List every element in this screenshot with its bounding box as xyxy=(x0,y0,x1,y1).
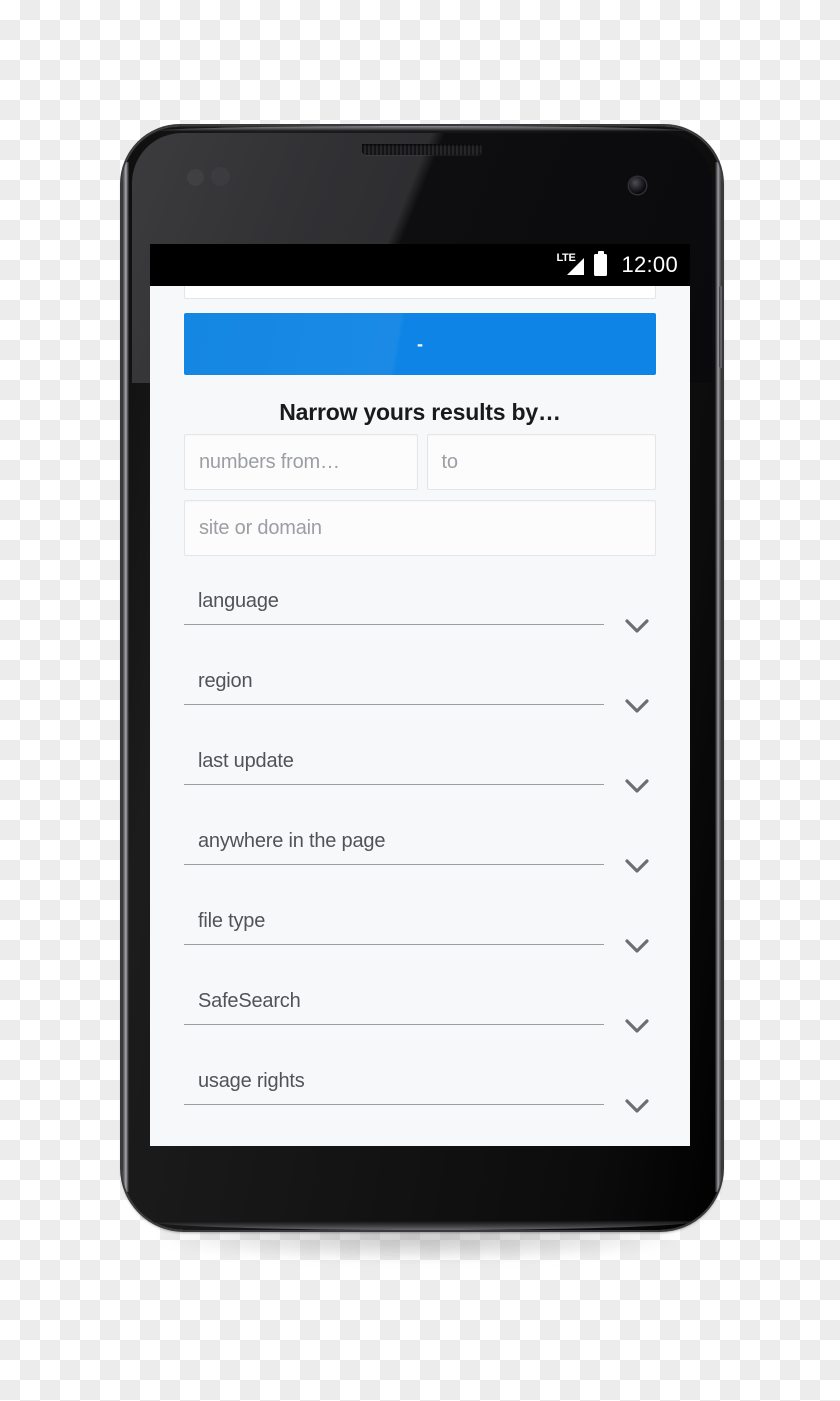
search-settings-page: - Narrow yours results by… numbers from…… xyxy=(150,286,690,1146)
power-button[interactable] xyxy=(719,286,722,368)
safesearch-dropdown-underline xyxy=(184,1024,604,1025)
phone-left-rim xyxy=(122,162,129,1192)
language-dropdown-underline xyxy=(184,624,604,625)
battery-full-icon xyxy=(594,251,608,276)
usage-rights-dropdown-label: usage rights xyxy=(198,1070,305,1092)
chevron-down-icon[interactable] xyxy=(624,698,650,714)
chevron-down-icon[interactable] xyxy=(624,618,650,634)
numbers-to-placeholder: to xyxy=(441,450,458,473)
filter-dropdown-list: language region last update anywhere in … xyxy=(184,582,656,1142)
region-dropdown-label: region xyxy=(198,670,253,692)
language-dropdown[interactable]: language xyxy=(184,582,656,662)
signal-bars-icon: LTE xyxy=(556,253,585,276)
phone-device-frame: LTE 12:00 - Narrow yours results by… num… xyxy=(122,126,722,1230)
file-type-dropdown-label: file type xyxy=(198,910,266,932)
android-status-bar: LTE 12:00 xyxy=(150,244,690,286)
terms-location-dropdown-label: anywhere in the page xyxy=(198,830,386,852)
usage-rights-dropdown-underline xyxy=(184,1104,604,1105)
last-update-dropdown[interactable]: last update xyxy=(184,742,656,822)
chevron-down-icon[interactable] xyxy=(624,1018,650,1034)
terms-location-dropdown-underline xyxy=(184,864,604,865)
page-title: Narrow yours results by… xyxy=(279,399,561,425)
site-or-domain-field[interactable]: site or domain xyxy=(184,500,656,556)
numbers-to-field[interactable]: to xyxy=(426,434,656,490)
language-dropdown-label: language xyxy=(198,590,279,612)
proximity-sensor-icon xyxy=(187,169,204,186)
region-dropdown[interactable]: region xyxy=(184,662,656,742)
numbers-from-field[interactable]: numbers from… xyxy=(184,434,418,490)
site-or-domain-placeholder: site or domain xyxy=(199,516,322,539)
phone-bottom-rim xyxy=(148,1221,696,1230)
chevron-down-icon[interactable] xyxy=(624,1098,650,1114)
signal-triangle xyxy=(567,258,585,275)
file-type-dropdown[interactable]: file type xyxy=(184,902,656,982)
last-update-dropdown-label: last update xyxy=(198,750,294,772)
last-update-dropdown-underline xyxy=(184,784,604,785)
chevron-down-icon[interactable] xyxy=(624,858,650,874)
number-range-field-row: numbers from… to xyxy=(184,434,656,490)
partially-visible-field-above[interactable] xyxy=(184,286,656,299)
search-submit-button[interactable]: - xyxy=(184,313,656,375)
region-dropdown-underline xyxy=(184,704,604,705)
front-camera-icon xyxy=(629,177,646,194)
file-type-dropdown-underline xyxy=(184,944,604,945)
terms-location-dropdown[interactable]: anywhere in the page xyxy=(184,822,656,902)
earpiece-speaker-grille xyxy=(362,144,482,155)
numbers-from-placeholder: numbers from… xyxy=(199,450,340,473)
safesearch-dropdown-label: SafeSearch xyxy=(198,990,301,1012)
site-field-row: site or domain xyxy=(184,500,656,556)
ambient-light-sensor-icon xyxy=(211,167,230,186)
safesearch-dropdown[interactable]: SafeSearch xyxy=(184,982,656,1062)
chevron-down-icon[interactable] xyxy=(624,938,650,954)
search-submit-button-label: - xyxy=(417,334,423,354)
status-bar-icons: LTE 12:00 xyxy=(556,251,678,278)
chevron-down-icon[interactable] xyxy=(624,778,650,794)
status-bar-clock: 12:00 xyxy=(621,252,678,277)
phone-screen: LTE 12:00 - Narrow yours results by… num… xyxy=(150,244,690,1146)
phone-top-rim xyxy=(158,126,686,131)
usage-rights-dropdown[interactable]: usage rights xyxy=(184,1062,656,1142)
